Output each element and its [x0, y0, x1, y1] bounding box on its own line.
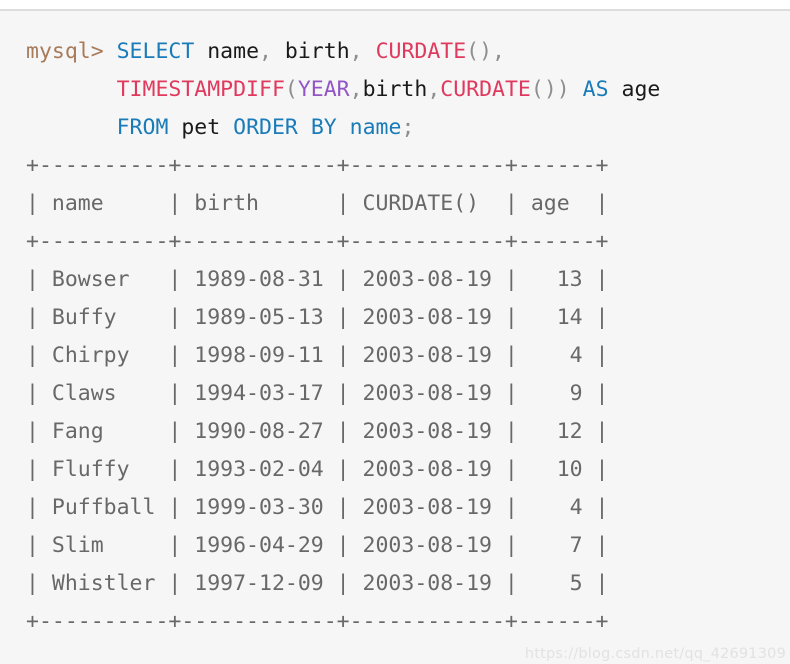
sql-query-statement: mysql> SELECT name, birth, CURDATE(), TI…: [26, 39, 660, 140]
table-separator-header: +----------+------------+------------+--…: [26, 229, 609, 254]
sql-token-plain: name: [207, 39, 260, 64]
sql-token-plain: [194, 39, 207, 64]
sql-terminal-code-block: mysql> SELECT name, birth, CURDATE(), TI…: [0, 9, 790, 664]
table-separator-bottom: +----------+------------+------------+--…: [26, 609, 609, 634]
sql-token-plain: [570, 77, 583, 102]
table-row: | Fluffy | 1993-02-04 | 2003-08-19 | 10 …: [26, 457, 609, 482]
sql-token-plain: [337, 115, 350, 140]
sql-token-punc: ,: [349, 39, 363, 64]
page-top-margin: [0, 0, 790, 9]
sql-token-plain: [298, 115, 311, 140]
table-row: | Slim | 1996-04-29 | 2003-08-19 | 7 |: [26, 533, 609, 558]
sql-token-fn: CURDATE: [440, 77, 531, 102]
sql-token-plain: birth: [284, 39, 350, 64]
table-row: | Bowser | 1989-08-31 | 2003-08-19 | 13 …: [26, 267, 609, 292]
sql-token-punc: (: [284, 77, 298, 102]
sql-token-punc: (),: [466, 39, 506, 64]
sql-token-punc: ,: [349, 77, 363, 102]
sql-token-kw: FROM: [116, 115, 169, 140]
sql-token-kw: SELECT: [116, 39, 195, 64]
sql-token-plain: [26, 115, 117, 140]
sql-token-type: YEAR: [297, 77, 350, 102]
sql-token-plain: [168, 115, 181, 140]
sql-token-punc: ,: [427, 77, 441, 102]
table-row: | Whistler | 1997-12-09 | 2003-08-19 | 5…: [26, 571, 609, 596]
sql-token-punc: ()): [530, 77, 570, 102]
sql-token-plain: age: [621, 77, 661, 102]
sql-token-punc: ,: [259, 39, 272, 64]
sql-token-plain: [609, 77, 622, 102]
sql-token-prompt: mysql>: [26, 39, 117, 64]
sql-token-kw: ORDER: [233, 115, 298, 140]
sql-token-kw: BY: [310, 115, 337, 140]
sql-token-plain: birth: [362, 77, 428, 102]
sql-token-kw: AS: [582, 77, 609, 102]
table-separator-top: +----------+------------+------------+--…: [26, 153, 609, 178]
sql-token-fn: CURDATE: [375, 39, 467, 64]
table-row: | Claws | 1994-03-17 | 2003-08-19 | 9 |: [26, 381, 609, 406]
table-header-row: | name | birth | CURDATE() | age |: [26, 191, 609, 216]
table-row: | Chirpy | 1998-09-11 | 2003-08-19 | 4 |: [26, 343, 609, 368]
sql-token-fn: TIMESTAMPDIFF: [116, 77, 285, 102]
sql-token-plain: pet: [181, 115, 221, 140]
watermark-text: https://blog.csdn.net/qq_42691309: [524, 646, 786, 662]
table-row: | Puffball | 1999-03-30 | 2003-08-19 | 4…: [26, 495, 609, 520]
sql-token-punc: ;: [401, 115, 415, 140]
table-row: | Fang | 1990-08-27 | 2003-08-19 | 12 |: [26, 419, 609, 444]
sql-token-plain: [26, 77, 117, 102]
sql-result-table: +----------+------------+------------+--…: [26, 153, 608, 634]
sql-token-plain: [220, 115, 233, 140]
sql-token-kw: name: [349, 115, 402, 140]
sql-token-plain: [272, 39, 285, 64]
sql-query-and-result: mysql> SELECT name, birth, CURDATE(), TI…: [0, 33, 790, 641]
sql-token-plain: [363, 39, 376, 64]
table-row: | Buffy | 1989-05-13 | 2003-08-19 | 14 |: [26, 305, 609, 330]
